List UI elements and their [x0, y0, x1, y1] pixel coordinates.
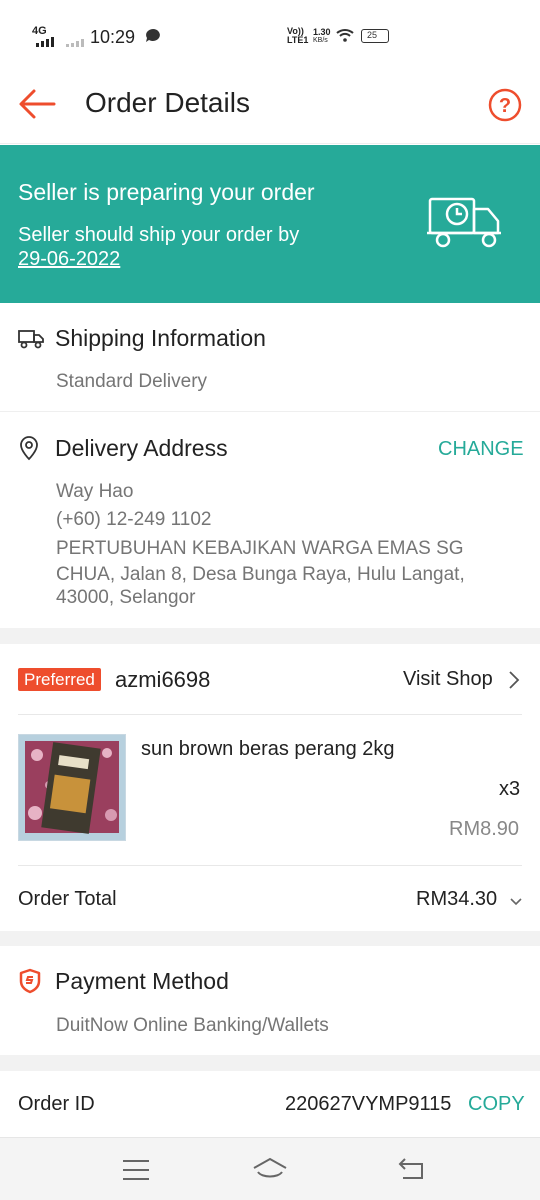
app-header: Order Details ? [0, 70, 540, 144]
address-line-3: 43000, Selangor [56, 587, 196, 608]
status-heading: Seller is preparing your order [18, 179, 315, 205]
svg-text:?: ? [499, 95, 511, 117]
product-price: RM8.90 [449, 818, 520, 840]
order-id-value: 220627VYMP9115 [285, 1093, 452, 1115]
preferred-badge: Preferred [18, 668, 101, 691]
network-speed-unit: KB/s [313, 37, 328, 44]
location-pin-icon [18, 435, 40, 466]
network-speed-value: 1.30 [313, 27, 331, 37]
status-subtext: Seller should ship your order by [18, 224, 300, 246]
recipient-phone: (+60) 12-249 1102 [56, 509, 212, 530]
product-quantity: x3 [499, 778, 521, 800]
section-divider [0, 931, 540, 946]
order-total-label: Order Total [18, 888, 117, 910]
section-divider [0, 628, 540, 644]
page-title: Order Details [85, 87, 250, 118]
copy-order-id-button[interactable]: COPY [468, 1093, 525, 1116]
product-image[interactable] [18, 734, 126, 841]
home-icon[interactable] [252, 1156, 288, 1187]
order-id-label: Order ID [18, 1093, 95, 1115]
divider [0, 411, 540, 412]
help-icon[interactable]: ? [488, 88, 522, 127]
change-address-button[interactable]: CHANGE [438, 438, 524, 461]
chevron-down-icon[interactable] [509, 894, 523, 912]
product-name: sun brown beras perang 2kg [141, 738, 395, 760]
message-icon [145, 28, 161, 49]
delivery-truck-clock-icon [425, 195, 505, 258]
section-divider [0, 1055, 540, 1071]
clock: 10:29 [90, 27, 136, 47]
volte-indicator: Vo)) LTE1 [287, 26, 309, 45]
wifi-icon [336, 28, 354, 47]
battery-icon: 25 [361, 29, 389, 43]
divider [18, 865, 522, 866]
chevron-right-icon[interactable] [508, 670, 520, 695]
recipient-name: Way Hao [56, 481, 134, 502]
divider [18, 714, 522, 715]
address-title: Delivery Address [55, 435, 228, 461]
signal-icon-2 [66, 34, 86, 52]
back-icon[interactable] [397, 1157, 425, 1186]
payment-title: Payment Method [55, 968, 229, 994]
menu-icon[interactable] [122, 1159, 150, 1186]
truck-icon [18, 328, 44, 355]
shipping-method: Standard Delivery [56, 371, 208, 392]
address-line-1: PERTUBUHAN KEBAJIKAN WARGA EMAS SG [56, 538, 464, 559]
shield-icon [18, 968, 42, 999]
ship-by-date[interactable]: 29-06-2022 [18, 248, 120, 271]
status-bar: 4G 10:29 Vo)) LTE1 1.30 KB/s 25 [0, 0, 540, 70]
order-total-value: RM34.30 [416, 888, 498, 910]
system-nav-bar [0, 1137, 540, 1200]
visit-shop-button[interactable]: Visit Shop [403, 668, 493, 691]
payment-method: DuitNow Online Banking/Wallets [56, 1015, 329, 1036]
battery-level: 25 [367, 30, 378, 40]
signal-icon [36, 34, 56, 52]
shop-name: azmi6698 [115, 667, 211, 692]
shipping-title: Shipping Information [55, 325, 266, 351]
back-arrow-icon[interactable] [18, 88, 56, 125]
order-status-banner: Seller is preparing your order Seller sh… [0, 145, 540, 303]
